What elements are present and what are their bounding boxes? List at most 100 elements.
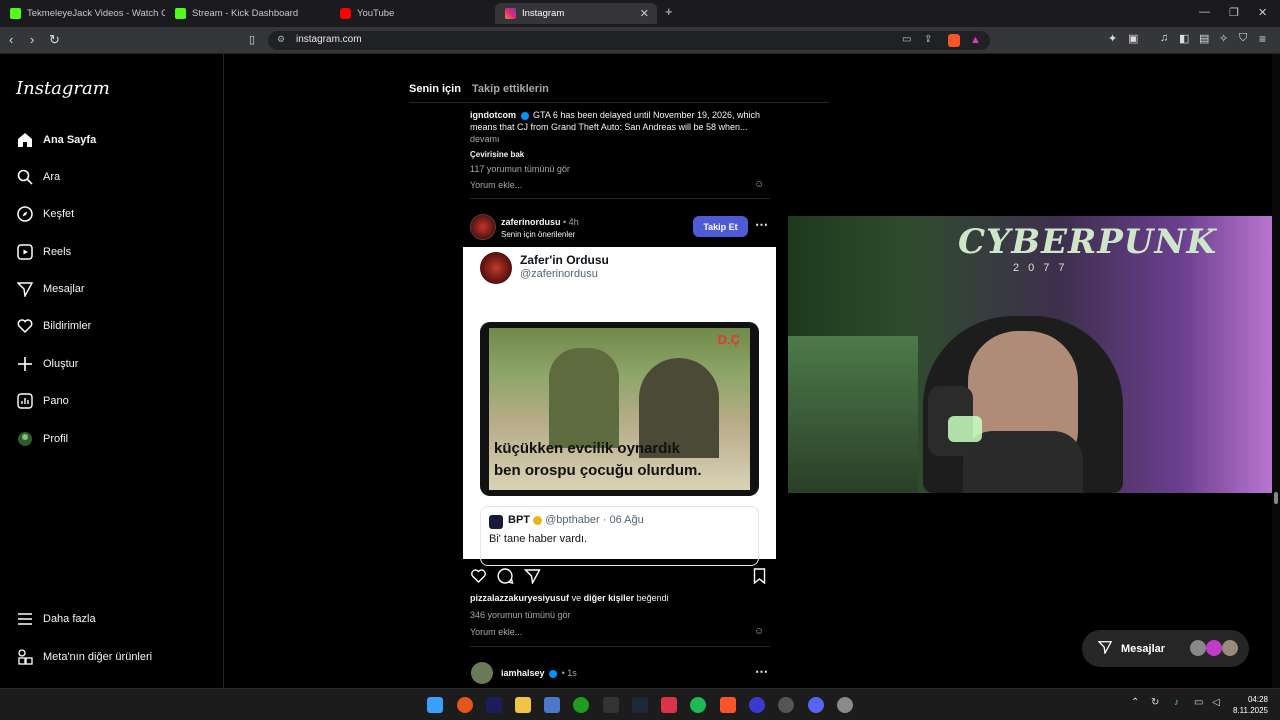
volume-icon[interactable]: ◁ [1212, 697, 1220, 708]
post-time: • 1s [561, 668, 577, 678]
vpn-icon[interactable]: ⛉ [1239, 32, 1247, 45]
sidebar-item-label: Oluştur [43, 358, 79, 370]
spotify-icon[interactable] [690, 697, 706, 713]
sidebar-item-home[interactable]: Ana Sayfa [16, 131, 96, 149]
minimize-icon[interactable]: — [1199, 6, 1210, 18]
obs-icon[interactable] [778, 697, 794, 713]
back-icon[interactable]: ‹ [9, 32, 13, 47]
settings-icon[interactable] [837, 697, 853, 713]
like-icon[interactable] [470, 568, 487, 589]
post-avatar[interactable] [470, 214, 496, 240]
sidebar-item-label: Ana Sayfa [43, 134, 97, 146]
more-options-icon[interactable]: ⋯ [755, 217, 768, 233]
tab-instagram[interactable]: Instagram ✕ [495, 3, 657, 24]
sidebar-item-more[interactable]: Daha fazla [16, 610, 96, 628]
extensions-icon[interactable]: ✦ [1108, 32, 1117, 45]
sidebar-item-meta-products[interactable]: Meta'nın diğer ürünleri [16, 648, 152, 666]
app-icon[interactable] [457, 697, 473, 713]
sidebar-item-profile[interactable]: Profil [16, 430, 68, 448]
screenshot-icon[interactable]: ▣ [1128, 32, 1138, 45]
save-icon[interactable] [752, 568, 767, 589]
liker-username[interactable]: pizzalazzakuryesiyusuf [470, 593, 569, 603]
post-username[interactable]: iamhalsey [501, 668, 545, 678]
discord-icon[interactable] [808, 697, 824, 713]
app-icon[interactable] [749, 697, 765, 713]
restore-icon[interactable]: ❐ [1229, 6, 1239, 19]
share-icon[interactable]: ⇪ [924, 34, 932, 45]
system-clock[interactable]: 04:28 8.11.2025 [1233, 694, 1268, 716]
start-icon[interactable] [427, 697, 443, 713]
brave-shields-icon[interactable] [948, 34, 960, 47]
bookmark-icon[interactable]: ▯ [249, 33, 255, 46]
follow-button[interactable]: Takip Et [693, 216, 748, 237]
app-icon[interactable] [544, 697, 560, 713]
post-divider [470, 646, 770, 647]
tab-kick-dashboard[interactable]: Stream - Kick Dashboard [165, 3, 330, 24]
sync-icon[interactable]: ↻ [1151, 697, 1159, 708]
sidebar-item-create[interactable]: Oluştur [16, 355, 78, 373]
tab-tekmeleyejack[interactable]: TekmeleyeJack Videos - Watch On-D [0, 3, 165, 24]
forward-icon[interactable]: › [30, 32, 34, 47]
likes-text: ve [571, 593, 582, 603]
sidebar-item-reels[interactable]: Reels [16, 243, 71, 261]
post-media[interactable]: Zafer'in Ordusu @zaferinordusu D.Ç küçük… [463, 247, 776, 566]
tab-for-you[interactable]: Senin için [409, 83, 461, 95]
translate-link[interactable]: Çevirisine bak [470, 150, 524, 159]
sidebar-item-label: Pano [43, 395, 69, 407]
more-options-icon[interactable]: ⋯ [755, 664, 768, 680]
view-comments-link[interactable]: 346 yorumun tümünü gör [470, 610, 571, 620]
instagram-logo[interactable]: Instagram [16, 78, 110, 99]
tab-following[interactable]: Takip ettiklerin [472, 83, 549, 95]
sidebar-item-explore[interactable]: Keşfet [16, 205, 74, 223]
messages-pill[interactable]: Mesajlar [1082, 630, 1249, 667]
sidebar-toggle-icon[interactable]: ◧ [1179, 32, 1189, 45]
post-username[interactable]: zaferinordusu [501, 217, 561, 227]
mic-icon[interactable]: ♪ [1174, 697, 1179, 708]
post-username[interactable]: igndotcom [470, 110, 516, 120]
sidebar-item-messages[interactable]: Mesajlar [16, 280, 85, 298]
network-icon[interactable]: ▭ [1194, 697, 1203, 708]
comment-icon[interactable] [497, 568, 514, 589]
wallet-icon[interactable]: ▤ [1199, 32, 1209, 45]
chevron-up-icon[interactable]: ⌃ [1131, 697, 1139, 708]
brave-rewards-icon[interactable]: ▲ [970, 34, 981, 46]
card-name: Zafer'in Ordusu [520, 253, 609, 267]
new-tab-button[interactable]: + [665, 4, 673, 19]
tab-youtube[interactable]: YouTube [330, 3, 495, 24]
avatar-icon [16, 430, 34, 448]
media-icon[interactable]: ♫ [1160, 32, 1168, 44]
card-handle: @zaferinordusu [520, 268, 598, 280]
avatar [1222, 640, 1238, 656]
tab-label: Instagram [522, 8, 565, 19]
url-field[interactable]: ⚙ instagram.com ▭ ⇪ ▲ [268, 31, 990, 50]
xbox-icon[interactable] [573, 697, 589, 713]
more-link[interactable]: devamı [470, 134, 500, 144]
scrollbar-thumb[interactable] [1274, 492, 1278, 504]
post-avatar[interactable] [471, 662, 493, 684]
cast-icon[interactable]: ▭ [902, 34, 911, 45]
close-tab-icon[interactable]: ✕ [640, 7, 649, 20]
steam-icon[interactable] [632, 697, 648, 713]
share-icon[interactable] [523, 568, 541, 589]
premiere-icon[interactable] [486, 697, 502, 713]
others-link[interactable]: diğer kişiler [584, 593, 635, 603]
file-explorer-icon[interactable] [515, 697, 531, 713]
app-icon[interactable] [661, 697, 677, 713]
sidebar-item-search[interactable]: Ara [16, 168, 60, 186]
browser-tab-strip: TekmeleyeJack Videos - Watch On-D Stream… [0, 0, 1280, 27]
view-comments-link[interactable]: 117 yorumun tümünü gör [470, 164, 570, 174]
menu-icon[interactable]: ≡ [1259, 32, 1266, 46]
leo-ai-icon[interactable]: ✧ [1219, 32, 1228, 45]
sidebar-item-notifications[interactable]: Bildirimler [16, 317, 91, 335]
page-scrollbar[interactable] [1272, 54, 1280, 688]
add-comment-input[interactable]: Yorum ekle... [470, 180, 522, 190]
add-comment-input[interactable]: Yorum ekle... [470, 627, 522, 637]
site-info-icon[interactable]: ⚙ [277, 34, 285, 45]
emoji-icon[interactable]: ☺ [754, 626, 764, 637]
reload-icon[interactable]: ↻ [49, 32, 60, 48]
close-window-icon[interactable]: ✕ [1258, 6, 1267, 19]
brave-icon[interactable] [720, 697, 736, 713]
sidebar-item-dashboard[interactable]: Pano [16, 392, 69, 410]
emoji-icon[interactable]: ☺ [754, 179, 764, 190]
epic-games-icon[interactable] [603, 697, 619, 713]
